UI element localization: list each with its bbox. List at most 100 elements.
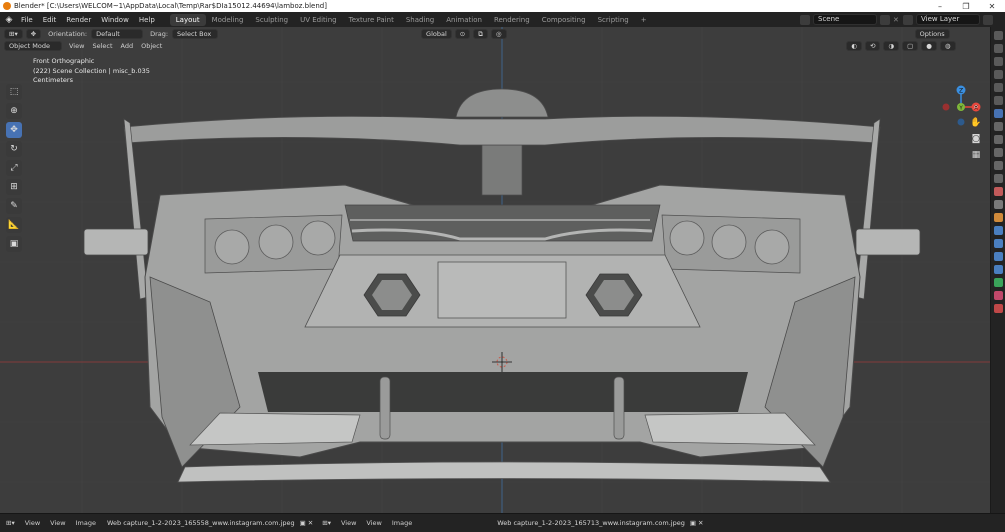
view-layer-field[interactable]: View Layer (916, 14, 980, 25)
tab-scripting[interactable]: Scripting (592, 14, 635, 26)
view-dropdown-left[interactable]: View (25, 519, 40, 527)
snap-icon[interactable]: ⧉ (473, 28, 488, 39)
tab-uv-editing[interactable]: UV Editing (294, 14, 343, 26)
editor-type-icon-left[interactable]: ⊞▾ (6, 519, 15, 527)
particles-icon[interactable] (993, 239, 1003, 248)
mode-dropdown[interactable]: Object Mode (4, 41, 62, 51)
object-icon[interactable] (993, 213, 1003, 222)
gizmo-neg-x-axis[interactable] (942, 103, 950, 111)
move-tool[interactable]: ✥ (6, 122, 22, 138)
scene-icon[interactable] (800, 14, 810, 25)
view-layer-properties-icon[interactable] (993, 70, 1003, 79)
shading-material-icon[interactable]: ◍ (939, 41, 956, 51)
add-workspace-button[interactable]: + (635, 16, 653, 24)
editor-type-icon-right[interactable]: ⊞▾ (322, 519, 331, 527)
view-layer-selector: View Layer (903, 14, 993, 25)
collection-properties-icon[interactable] (993, 122, 1003, 131)
image-browse-icon-right[interactable]: ▣ ✕ (690, 519, 704, 527)
new-scene-icon[interactable] (880, 14, 890, 25)
minimize-button[interactable]: – (927, 0, 953, 12)
data-icon[interactable] (993, 278, 1003, 287)
3d-viewport[interactable]: Front Orthographic (222) Scene Collectio… (0, 27, 990, 513)
transform-orientation-dropdown[interactable]: Global (421, 28, 452, 39)
tab-animation[interactable]: Animation (440, 14, 488, 26)
menu-render[interactable]: Render (61, 16, 96, 24)
shading-solid-icon[interactable]: ● (921, 41, 937, 51)
transform-tool[interactable]: ⊞ (6, 179, 22, 195)
menu-file[interactable]: File (16, 16, 38, 24)
scene-field[interactable]: Scene (813, 14, 877, 25)
physics-icon[interactable] (993, 252, 1003, 261)
gizmo-toggle-icon[interactable]: ⟲ (864, 41, 881, 51)
tab-sculpting[interactable]: Sculpting (249, 14, 294, 26)
constraints-icon[interactable] (993, 265, 1003, 274)
image-menu-right[interactable]: Image (392, 519, 412, 527)
zoom-icon[interactable]: ⌕ (970, 102, 982, 114)
add-cube-tool[interactable]: ▣ (6, 236, 22, 252)
orientation-label: Orientation: (48, 29, 88, 38)
cursor-tool[interactable]: ⊕ (6, 103, 22, 119)
gizmo-neg-z-axis[interactable] (957, 118, 965, 126)
scale-tool[interactable]: ⤢ (6, 160, 22, 176)
menu-object[interactable]: Object (141, 42, 162, 50)
view-menu-right[interactable]: View (366, 519, 381, 527)
view-dropdown-right[interactable]: View (341, 519, 356, 527)
rotate-tool[interactable]: ↻ (6, 141, 22, 157)
physics-properties-icon[interactable] (993, 174, 1003, 183)
texture-icon[interactable] (993, 304, 1003, 313)
tab-shading[interactable]: Shading (400, 14, 440, 26)
drag-dropdown[interactable]: Select Box (172, 28, 219, 39)
view-layer-icon[interactable] (903, 14, 913, 25)
menu-edit[interactable]: Edit (38, 16, 62, 24)
image-name-right[interactable]: Web capture_1-2-2023_165713_www.instagra… (497, 519, 685, 527)
scene-world-icon[interactable] (993, 187, 1003, 196)
proportional-edit-icon[interactable]: ◎ (490, 28, 507, 39)
measure-tool[interactable]: 📐 (6, 217, 22, 233)
camera-view-icon[interactable]: ◙ (970, 134, 982, 146)
tab-layout[interactable]: Layout (169, 13, 206, 26)
image-name-left[interactable]: Web capture_1-2-2023_165558_www.instagra… (107, 519, 295, 527)
visibility-icon[interactable]: ◐ (846, 41, 862, 51)
material-icon[interactable] (993, 291, 1003, 300)
world-properties-icon[interactable] (993, 96, 1003, 105)
collection-icon[interactable] (993, 200, 1003, 209)
view-menu-left[interactable]: View (50, 519, 65, 527)
pivot-point-icon[interactable]: ⊙ (454, 28, 471, 39)
menu-window[interactable]: Window (96, 16, 134, 24)
blender-menu-icon[interactable]: ◈ (2, 15, 16, 25)
tab-compositing[interactable]: Compositing (536, 14, 592, 26)
menu-help[interactable]: Help (134, 16, 160, 24)
select-box-tool[interactable]: ⬚ (6, 84, 22, 100)
grid-toggle-icon[interactable]: ▦ (970, 150, 982, 162)
tool-properties-icon[interactable] (993, 31, 1003, 40)
modifier-wrench-icon[interactable] (993, 226, 1003, 235)
move-tool-indicator-icon[interactable]: ✥ (25, 28, 42, 39)
menu-view[interactable]: View (69, 42, 84, 50)
bottom-image-editors: ⊞▾ View View Image Web capture_1-2-2023_… (0, 513, 1005, 532)
output-properties-icon[interactable] (993, 57, 1003, 66)
pan-hand-icon[interactable]: ✋ (970, 118, 982, 130)
active-properties-icon[interactable] (993, 109, 1003, 118)
close-button[interactable]: ✕ (979, 0, 1005, 12)
modifier-properties-icon[interactable] (993, 148, 1003, 157)
render-properties-icon[interactable] (993, 44, 1003, 53)
remove-scene-icon[interactable]: ✕ (893, 16, 899, 24)
image-menu-left[interactable]: Image (76, 519, 96, 527)
options-dropdown[interactable]: Options (914, 28, 950, 39)
tab-modeling[interactable]: Modeling (206, 14, 250, 26)
editor-type-icon[interactable]: ⊞▾ (4, 28, 23, 39)
scene-properties-icon[interactable] (993, 83, 1003, 92)
tab-rendering[interactable]: Rendering (488, 14, 536, 26)
xray-icon[interactable]: ▢ (902, 41, 919, 51)
maximize-button[interactable]: ❐ (953, 0, 979, 12)
tab-texture-paint[interactable]: Texture Paint (343, 14, 400, 26)
object-properties-icon[interactable] (993, 135, 1003, 144)
particles-properties-icon[interactable] (993, 161, 1003, 170)
orientation-dropdown[interactable]: Default (91, 28, 144, 39)
overlays-icon[interactable]: ◑ (883, 41, 900, 51)
image-browse-icon-left[interactable]: ▣ ✕ (300, 519, 314, 527)
menu-select[interactable]: Select (92, 42, 112, 50)
annotate-tool[interactable]: ✎ (6, 198, 22, 214)
new-view-layer-icon[interactable] (983, 14, 993, 25)
menu-add[interactable]: Add (121, 42, 134, 50)
